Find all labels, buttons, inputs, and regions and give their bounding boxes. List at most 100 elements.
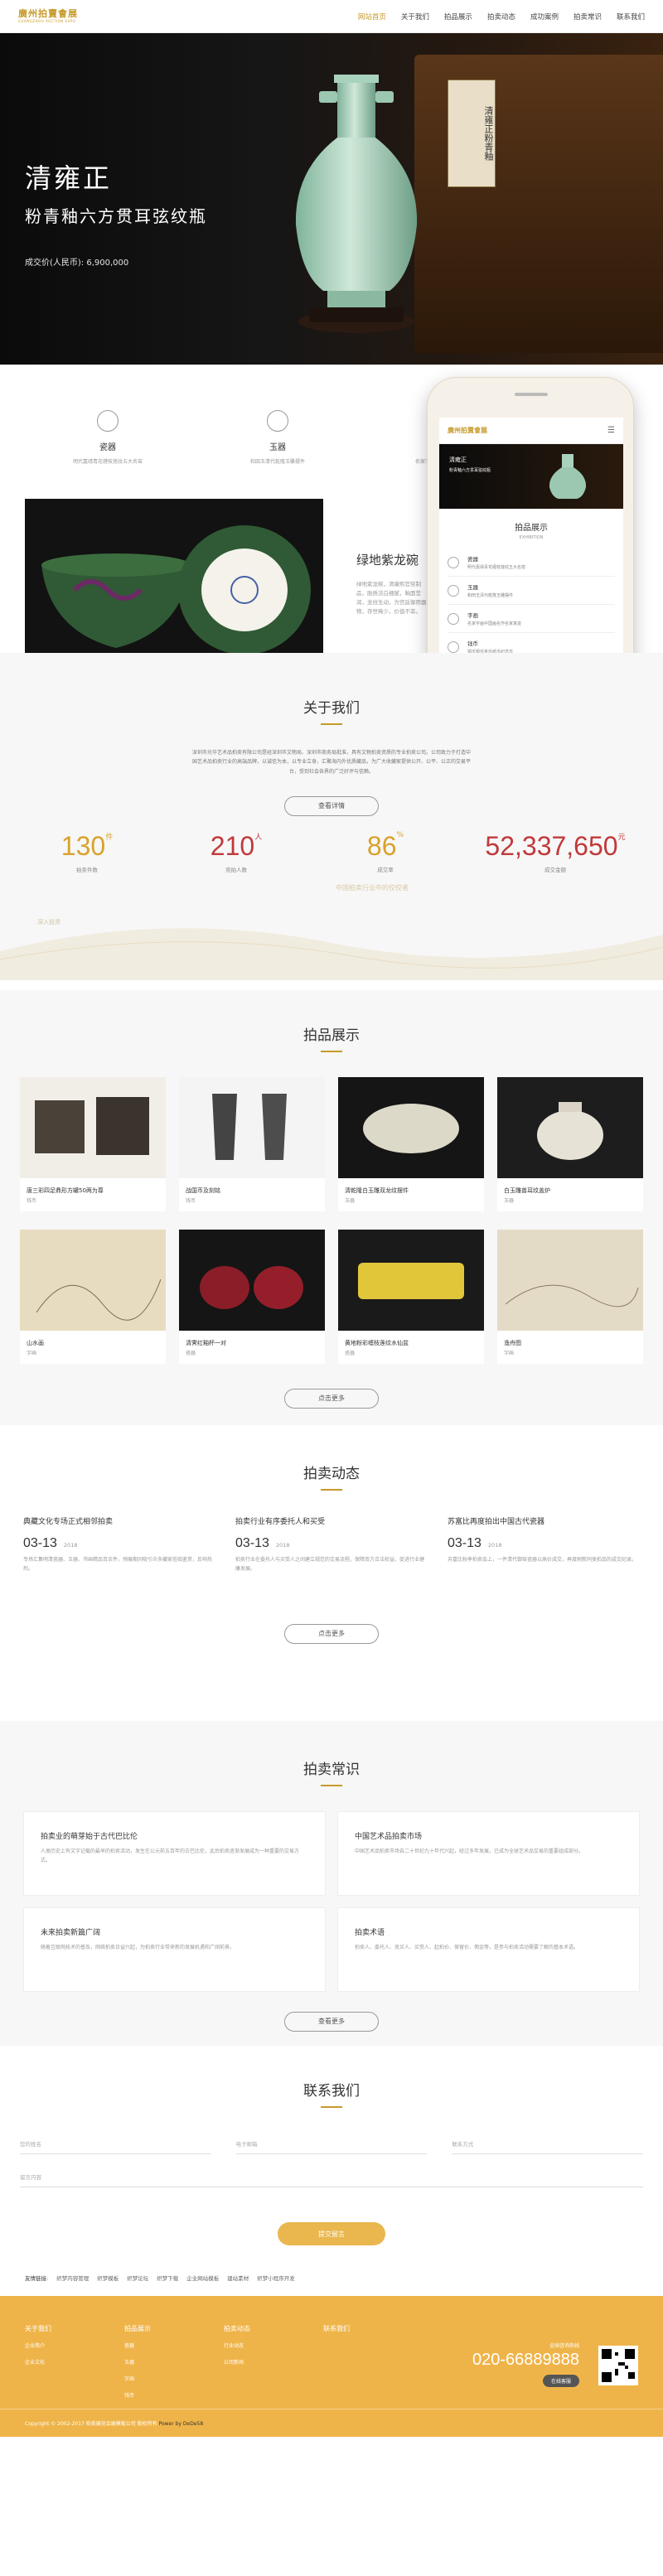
nav-knowledge[interactable]: 拍卖常识 — [573, 12, 602, 22]
menu-icon[interactable]: ☰ — [607, 426, 615, 435]
knowledge-grid: 拍卖业的萌芽始于古代巴比伦 人类历史上有文字记载的最早的拍卖活动，发生在公元前五… — [23, 1811, 640, 1992]
submit-button[interactable]: 提交留言 — [278, 2222, 385, 2245]
product-card[interactable]: 白玉雕兽耳纹盖炉 玉器 — [497, 1077, 643, 1211]
product-category: 字画 — [504, 1351, 515, 1356]
product-card[interactable]: 清霁红釉杯一对 瓷器 — [179, 1230, 325, 1364]
knowledge-card[interactable]: 未来拍卖新篇广阔 随着互联网技术的普及，网络拍卖日益兴起，为拍卖行业带来新的发展… — [23, 1907, 326, 1992]
product-image — [179, 1077, 325, 1178]
hero-subtitle: 粉青釉六方贯耳弦纹瓶 — [25, 206, 207, 226]
footer-link[interactable]: 玉器 — [124, 2358, 224, 2366]
nav-products[interactable]: 拍品展示 — [444, 12, 472, 22]
friend-link[interactable]: 建站素材 — [227, 2274, 249, 2282]
decorative-wave — [0, 928, 663, 980]
product-name: 黄地粉彩缠枝莲纹水仙盆 — [345, 1340, 409, 1346]
news-item-desc: 专场汇集明清瓷器、玉器、书画精品百余件，预展期间吸引众多藏家莅临鉴赏，反响热烈。 — [23, 1557, 213, 1572]
scroll-icon — [448, 612, 459, 625]
mobile-list-item[interactable]: 字画 名家字画中国画名作名家真迹 — [448, 605, 615, 633]
product-name: 清乾隆白玉雕双龙纹摆件 — [345, 1187, 409, 1194]
knowledge-more-button[interactable]: 查看更多 — [284, 2012, 379, 2032]
mobile-header: 廣州拍賣會展 ☰ — [439, 418, 623, 444]
footer-link[interactable]: 字画 — [124, 2375, 224, 2382]
product-card[interactable]: 清乾隆白玉雕双龙纹摆件 玉器 — [338, 1077, 484, 1211]
footer-link[interactable]: 企业简介 — [25, 2342, 124, 2349]
news-date-year: 2018 — [63, 1542, 78, 1549]
stat-rate: 86% 成交率 — [311, 831, 460, 873]
site-logo[interactable]: 廣州拍賣會展 GUANGZHOU AUCTION EXPO — [18, 9, 78, 23]
online-service-button[interactable]: 在线客服 — [543, 2375, 580, 2387]
product-name: 清霁红釉杯一对 — [186, 1340, 226, 1346]
copyright-text: Copyright © 2002-2017 拍卖展览会展模板公司 版权所有 — [25, 2421, 157, 2427]
nav-contact[interactable]: 联系我们 — [617, 12, 645, 22]
product-category: 钱币 — [27, 1198, 37, 1204]
friend-link[interactable]: 织梦论坛 — [127, 2274, 148, 2282]
nav-cases[interactable]: 成功案例 — [530, 12, 559, 22]
products-title: 拍品展示 — [0, 1023, 663, 1052]
jade-icon — [448, 584, 459, 597]
friend-link[interactable]: 织梦下载 — [157, 2274, 178, 2282]
product-card[interactable]: 山水画 字画 — [20, 1230, 166, 1364]
category-title: 玉器 — [269, 443, 286, 452]
news-item-title: 典藏文化专场正式相邻拍卖 — [23, 1518, 114, 1526]
divider — [0, 980, 663, 990]
footer-col-news: 拍卖动态 行业动态 公司新闻 — [224, 2324, 323, 2408]
friend-link[interactable]: 织梦内容管理 — [56, 2274, 89, 2282]
footer-link[interactable]: 公司新闻 — [224, 2358, 323, 2366]
email-field[interactable]: 电子邮箱 — [235, 2133, 428, 2154]
powered-by[interactable]: Power by DeDe58 — [159, 2421, 204, 2427]
category-jade[interactable]: 玉器 和田玉清代乾隆玉雕摆件 — [228, 410, 327, 481]
footer-link[interactable]: 企业文化 — [25, 2358, 124, 2366]
mobile-section-head: 拍品展示 EXHIBITION — [439, 509, 623, 540]
footer-link[interactable]: 钱币 — [124, 2391, 224, 2399]
category-title: 瓷器 — [99, 443, 116, 452]
knowledge-card-desc: 拍卖人、委托人、竞买人、买受人、起拍价、保留价、佣金等，是参与拍卖活动需要了解的… — [355, 1945, 579, 1950]
knowledge-card[interactable]: 中国艺术品拍卖市场 中国艺术品拍卖市场自二十世纪九十年代兴起，经过多年发展，已成… — [337, 1811, 640, 1896]
mobile-item-desc: 和田玉清代乾隆玉雕摆件 — [467, 593, 514, 598]
nav-news[interactable]: 拍卖动态 — [487, 12, 515, 22]
knowledge-card[interactable]: 拍卖术语 拍卖人、委托人、竞买人、买受人、起拍价、保留价、佣金等，是参与拍卖活动… — [337, 1907, 640, 1992]
contact-title: 联系我们 — [0, 2079, 663, 2108]
hero-banner[interactable]: 清雍正粉青釉 清雍正 粉青釉六方贯耳弦纹瓶 成交价(人民币): 6,900,00… — [0, 33, 663, 365]
product-image — [338, 1230, 484, 1331]
category-porcelain[interactable]: 瓷器 明代嘉靖青花缠枝莲纹五大名窑 — [58, 410, 157, 481]
message-field[interactable]: 留言内容 — [20, 2166, 643, 2187]
mobile-logo: 廣州拍賣會展 — [448, 426, 487, 434]
knowledge-card[interactable]: 拍卖业的萌芽始于古代巴比伦 人类历史上有文字记载的最早的拍卖活动，发生在公元前五… — [23, 1811, 326, 1896]
friend-link[interactable]: 织梦小程序开发 — [257, 2274, 295, 2282]
product-card[interactable]: 渔舟图 字画 — [497, 1230, 643, 1364]
product-card[interactable]: 黄地粉彩缠枝莲纹水仙盆 瓷器 — [338, 1230, 484, 1364]
friend-link[interactable]: 企业网站模板 — [186, 2274, 219, 2282]
mobile-list-item[interactable]: 瓷器 明代嘉靖青花缠枝莲纹五大名窑 — [448, 549, 615, 577]
stat-label: 成交金额 — [544, 867, 566, 874]
mobile-banner-subtitle: 粉青釉六方贯耳弦纹瓶 — [449, 468, 491, 473]
products-more-button[interactable]: 点击更多 — [284, 1389, 379, 1409]
mobile-list-item[interactable]: 玉器 和田玉清代乾隆玉雕摆件 — [448, 577, 615, 605]
hero-title: 清雍正 — [25, 162, 113, 194]
footer-link[interactable]: 瓷器 — [124, 2342, 224, 2349]
main-nav: 网站首页 关于我们 拍品展示 拍卖动态 成功案例 拍卖常识 联系我们 — [358, 12, 645, 22]
footer-link[interactable]: 行业动态 — [224, 2342, 323, 2349]
news-more-button[interactable]: 点击更多 — [284, 1623, 379, 1644]
stat-unit: 元 — [617, 834, 626, 843]
product-card[interactable]: 唐三彩四足鼎形方罐50两为尊 钱币 — [20, 1077, 166, 1211]
nav-home[interactable]: 网站首页 — [358, 12, 386, 22]
box-label: 清雍正粉青釉 — [448, 80, 496, 187]
product-category: 瓷器 — [186, 1351, 196, 1356]
news-date-day: 03-13 — [235, 1536, 269, 1550]
phone-speaker — [515, 393, 548, 396]
footer-col-products: 拍品展示 瓷器 玉器 字画 钱币 — [124, 2324, 224, 2408]
mobile-item-title: 字画 — [467, 612, 478, 619]
news-item[interactable]: 拍卖行业有序委托人和买受 03-13 2018 拍卖行业在委托人与买受人之间建立规… — [235, 1515, 428, 1574]
product-card[interactable]: 战国币及刻铭 钱币 — [179, 1077, 325, 1211]
news-item[interactable]: 典藏文化专场正式相邻拍卖 03-13 2018 专场汇集明清瓷器、玉器、书画精品百… — [23, 1515, 215, 1574]
nav-about[interactable]: 关于我们 — [401, 12, 429, 22]
featured-desc: 绿地紫龙碗，清康熙官窑制品，胎质洁白细腻，釉面莹润，龙纹生动，为宫廷御用器物，存… — [356, 581, 427, 616]
about-detail-button[interactable]: 查看详情 — [284, 796, 379, 817]
coin-icon — [448, 640, 459, 653]
phone-field[interactable]: 联系方式 — [452, 2133, 644, 2154]
wave-text: 中国拍卖行业中的佼佼者 — [336, 884, 409, 892]
news-item[interactable]: 苏富比再度拍出中国古代瓷器 03-13 2018 苏富比秋季拍卖会上，一件清代御窑… — [448, 1515, 640, 1574]
friend-link[interactable]: 织梦模板 — [97, 2274, 119, 2282]
wave-text: 深入投资 — [37, 919, 60, 926]
about-section: 关于我们 深圳市光华艺术品拍卖有限公司是经深圳市文物局、深圳市商务局批准，具有文… — [0, 653, 663, 980]
name-field[interactable]: 您的姓名 — [20, 2133, 211, 2154]
